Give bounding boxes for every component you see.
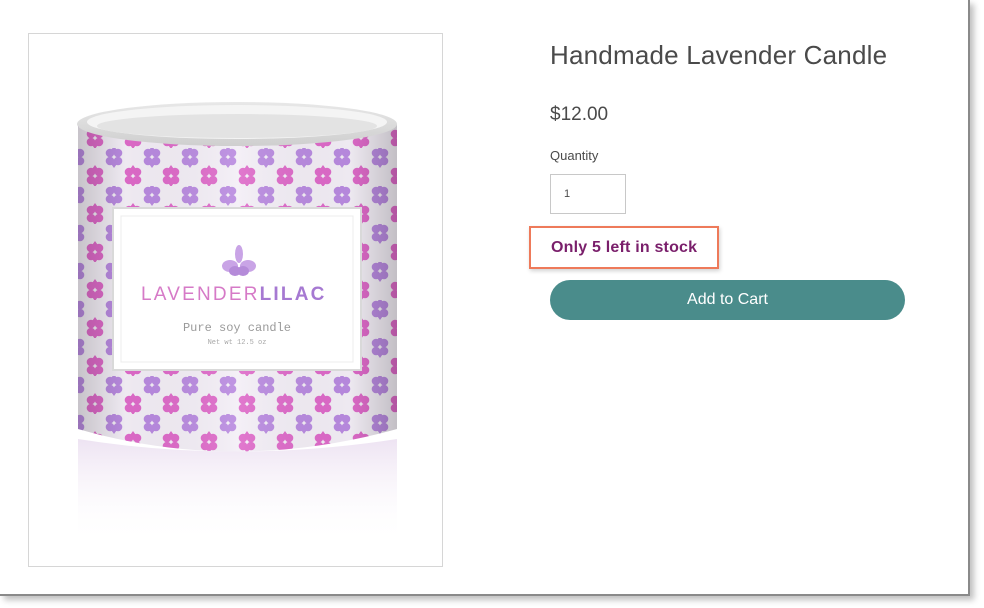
product-title: Handmade Lavender Candle <box>550 40 888 70</box>
candle-illustration: LAVENDERLILAC Pure soy candle Net wt 12.… <box>77 102 397 544</box>
brand-text: LAVENDERLILAC <box>141 284 327 305</box>
page-frame: LAVENDERLILAC Pure soy candle Net wt 12.… <box>0 0 970 596</box>
product-price: $12.00 <box>550 104 609 125</box>
quantity-label: Quantity <box>550 148 599 163</box>
quantity-input[interactable] <box>550 174 626 214</box>
stock-message: Only 5 left in stock <box>551 239 698 256</box>
net-weight-text: Net wt 12.5 oz <box>208 339 267 347</box>
add-to-cart-button[interactable]: Add to Cart <box>550 280 905 320</box>
product-image[interactable]: LAVENDERLILAC Pure soy candle Net wt 12.… <box>28 33 443 567</box>
tagline-text: Pure soy candle <box>183 321 291 335</box>
